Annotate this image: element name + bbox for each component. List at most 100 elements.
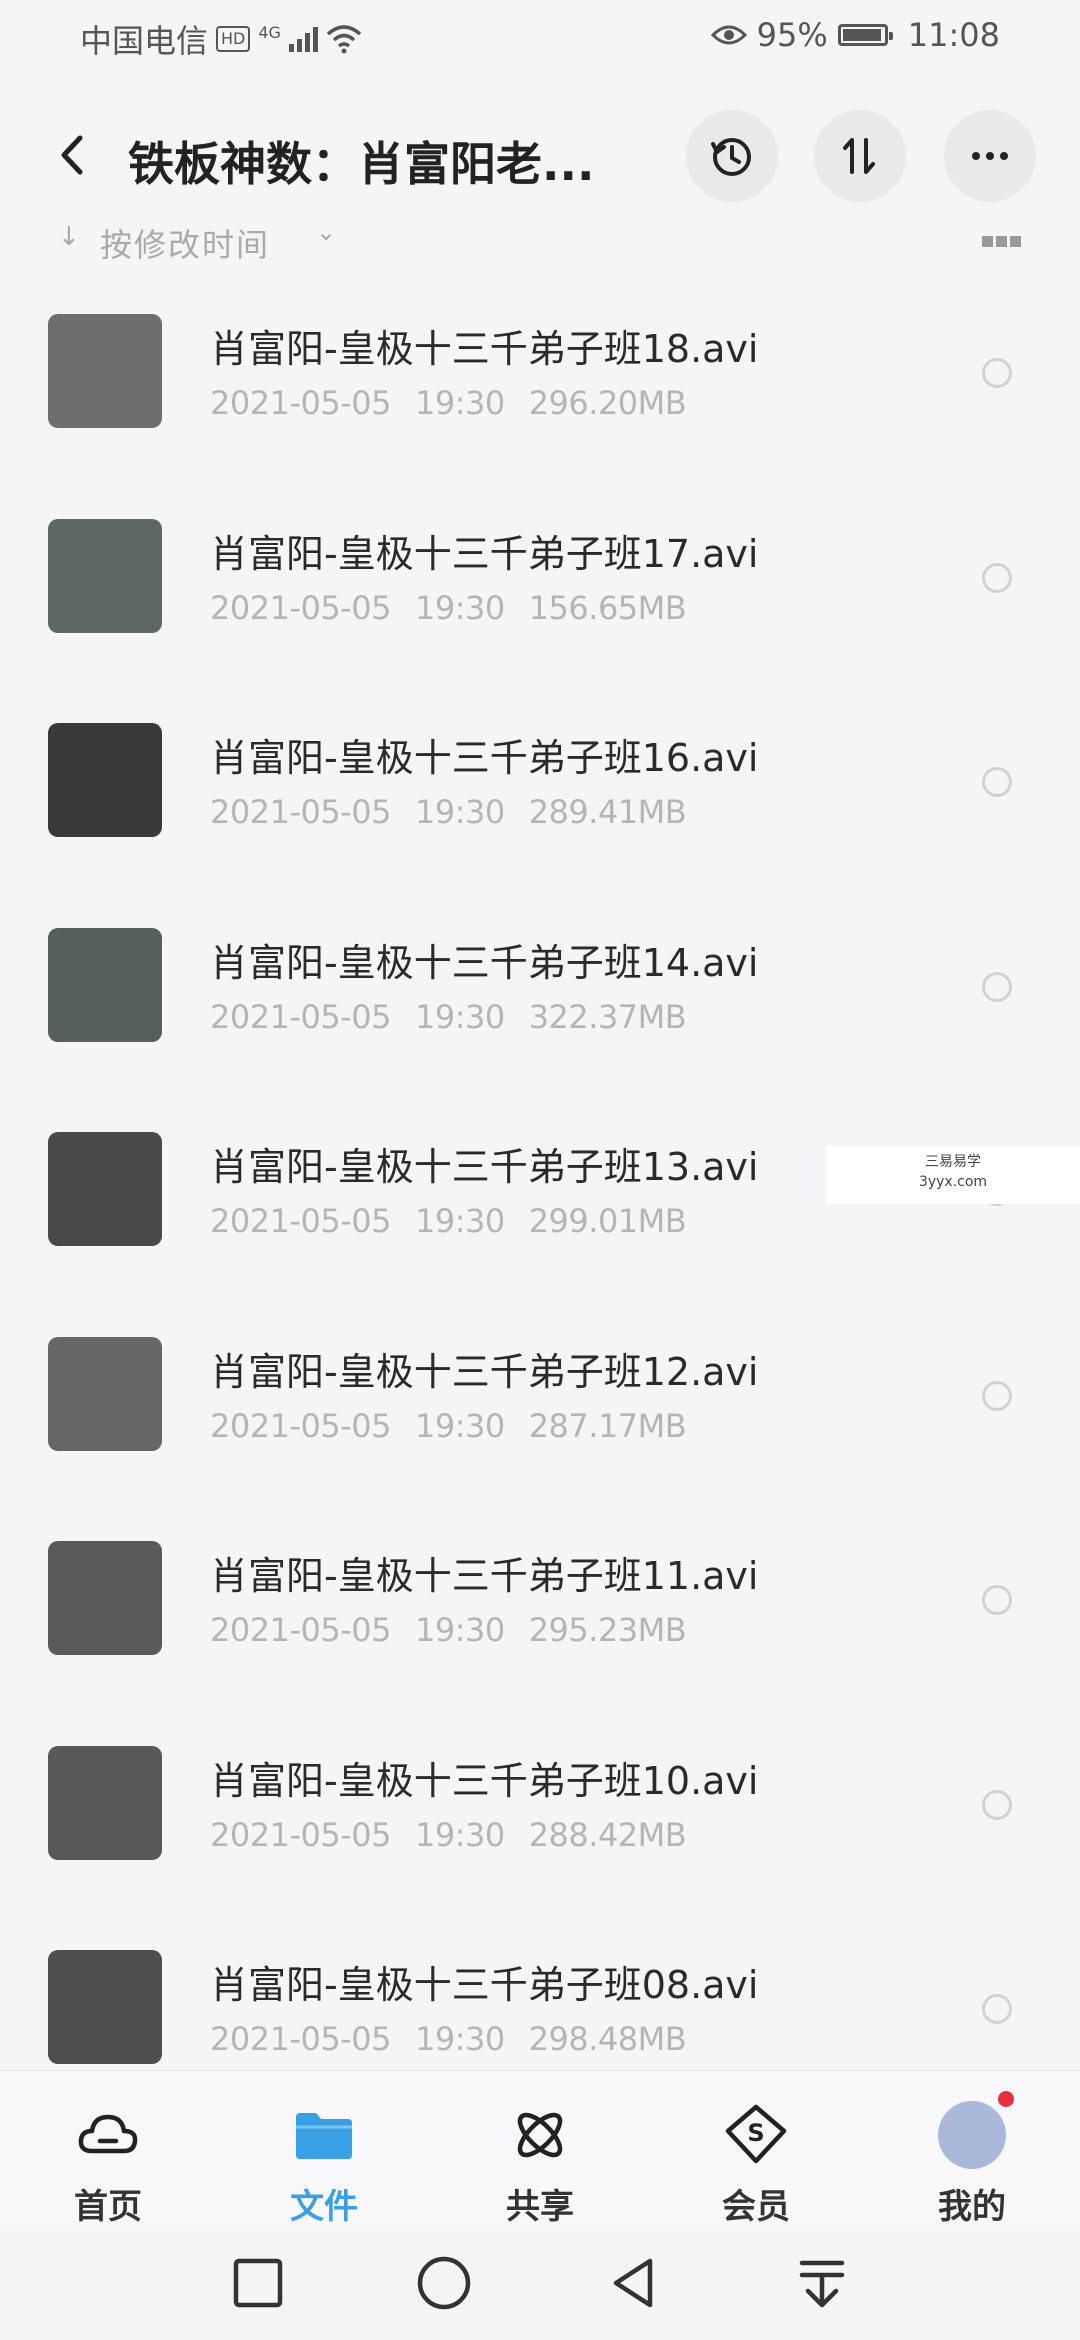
sort-row[interactable]: ↓ 按修改时间 ⌄ [0,218,1080,268]
home-icon[interactable] [416,2255,472,2311]
file-size: 295.23MB [528,1611,687,1649]
video-thumbnail [48,1336,162,1451]
video-thumbnail [48,1950,162,2064]
tab-label: 会员 [722,2187,790,2227]
select-radio[interactable] [982,767,1012,797]
file-row[interactable]: 肖富阳-皇极十三千弟子班18.avi 2021-05-05 19:30 296.20M… [0,272,1080,477]
file-meta: 2021-05-05 19:30 296.20MB [210,384,710,422]
tab-profile[interactable]: 我的 [912,2091,1032,2228]
sort-label: 按修改时间 [100,226,271,264]
avatar-icon [938,2091,1014,2169]
file-meta: 2021-05-05 19:30 298.48MB [210,2020,710,2058]
file-size: 322.37MB [528,997,687,1036]
file-time: 19:30 [414,1202,505,1240]
file-date: 2021-05-05 [210,793,391,831]
eye-icon [710,25,747,45]
file-time: 19:30 [414,793,505,831]
folder-icon [296,2113,352,2159]
video-thumbnail [48,1745,162,1860]
tab-vip[interactable]: S 会员 [696,2101,816,2228]
video-thumbnail [48,927,162,1042]
file-time: 19:30 [414,2020,505,2058]
tab-label: 文件 [290,2187,358,2227]
file-meta: 2021-05-05 19:30 287.17MB [210,1407,710,1445]
watermark-line1: 三易易学 [925,1154,981,1170]
select-radio[interactable] [982,971,1012,1002]
bottom-tab-bar: 首页 文件 共享 S 会员 我的 [0,2070,1080,2228]
sort-icon [843,138,875,174]
select-radio[interactable] [982,562,1012,593]
file-row[interactable]: 肖富阳-皇极十三千弟子班10.avi 2021-05-05 19:30 288.42M… [0,1704,1080,1909]
notification-pull-icon[interactable] [794,2255,850,2311]
carrier-label: 中国电信 [80,22,209,60]
file-time: 19:30 [414,384,505,422]
file-date: 2021-05-05 [210,1202,391,1240]
select-radio[interactable] [982,358,1012,388]
select-radio[interactable] [982,1994,1012,2024]
share-icon [517,2112,563,2158]
file-time: 19:30 [414,1611,505,1649]
status-right: 95% 11:08 [710,16,1000,54]
back-nav-icon[interactable] [606,2255,662,2311]
select-radio[interactable] [982,1380,1012,1411]
tab-files[interactable]: 文件 [264,2101,384,2228]
tab-label: 我的 [938,2187,1006,2227]
file-row[interactable]: 肖富阳-皇极十三千弟子班11.avi 2021-05-05 19:30 295.23M… [0,1499,1080,1704]
file-row[interactable]: 肖富阳-皇极十三千弟子班16.avi 2021-05-05 19:30 289.41M… [0,681,1080,886]
more-icon [972,152,1008,160]
file-name: 肖富阳-皇极十三千弟子班08.avi [210,1963,759,2007]
select-radio[interactable] [982,1789,1012,1820]
file-date: 2021-05-05 [210,997,391,1036]
file-date: 2021-05-05 [210,384,391,422]
tab-label: 共享 [506,2187,574,2227]
file-row[interactable]: 肖富阳-皇极十三千弟子班17.avi 2021-05-05 19:30 156.65M… [0,477,1080,682]
file-meta: 2021-05-05 19:30 295.23MB [210,1611,710,1649]
file-name: 肖富阳-皇极十三千弟子班11.avi [210,1554,759,1598]
status-bar: 中国电信 HD 4G 95% 11:08 [0,0,1080,75]
file-date: 2021-05-05 [210,2020,391,2058]
file-meta: 2021-05-05 19:30 288.42MB [210,1816,710,1854]
file-time: 19:30 [414,1406,505,1445]
file-date: 2021-05-05 [210,1611,391,1649]
sort-direction-icon: ↓ [58,222,80,252]
file-meta: 2021-05-05 19:30 322.37MB [210,998,710,1036]
select-radio[interactable] [982,1585,1012,1615]
file-time: 19:30 [414,588,505,627]
sort-button[interactable] [814,110,906,202]
system-nav-bar [0,2225,1080,2340]
tab-home[interactable]: 首页 [48,2101,168,2228]
watermark-line2: 3yyx.com [918,1174,988,1190]
video-thumbnail [48,1132,162,1246]
file-size: 299.01MB [528,1202,687,1240]
grid-view-icon[interactable] [982,232,1026,248]
more-button[interactable] [944,110,1036,202]
status-left: 中国电信 HD 4G [80,16,362,62]
vip-icon: S [725,2104,787,2164]
recent-apps-icon[interactable] [230,2255,286,2311]
file-date: 2021-05-05 [210,1406,391,1445]
video-thumbnail [48,723,162,837]
file-name: 肖富阳-皇极十三千弟子班14.avi [210,940,759,985]
file-size: 156.65MB [528,588,687,627]
hd-badge: HD [216,26,251,52]
file-name: 肖富阳-皇极十三千弟子班16.avi [210,736,759,780]
file-meta: 2021-05-05 19:30 289.41MB [210,793,710,831]
file-meta: 2021-05-05 19:30 156.65MB [210,589,710,627]
video-thumbnail [48,1541,162,1655]
chevron-down-icon: ⌄ [316,218,337,246]
file-size: 288.42MB [528,1815,687,1854]
battery-percent: 95% [756,16,828,54]
tab-share[interactable]: 共享 [480,2101,600,2228]
video-thumbnail [48,518,162,633]
file-date: 2021-05-05 [210,1815,391,1854]
file-row[interactable]: 肖富阳-皇极十三千弟子班14.avi 2021-05-05 19:30 322.37M… [0,886,1080,1091]
notification-dot [998,2091,1014,2107]
file-row[interactable]: 肖富阳-皇极十三千弟子班12.avi 2021-05-05 19:30 287.17M… [0,1295,1080,1500]
back-icon[interactable] [52,132,98,178]
file-time: 19:30 [414,997,505,1036]
file-size: 298.48MB [528,2020,687,2058]
wifi-icon [326,25,362,54]
file-name: 肖富阳-皇极十三千弟子班18.avi [210,327,759,371]
history-button[interactable] [686,110,778,202]
clock: 11:08 [907,16,1000,54]
